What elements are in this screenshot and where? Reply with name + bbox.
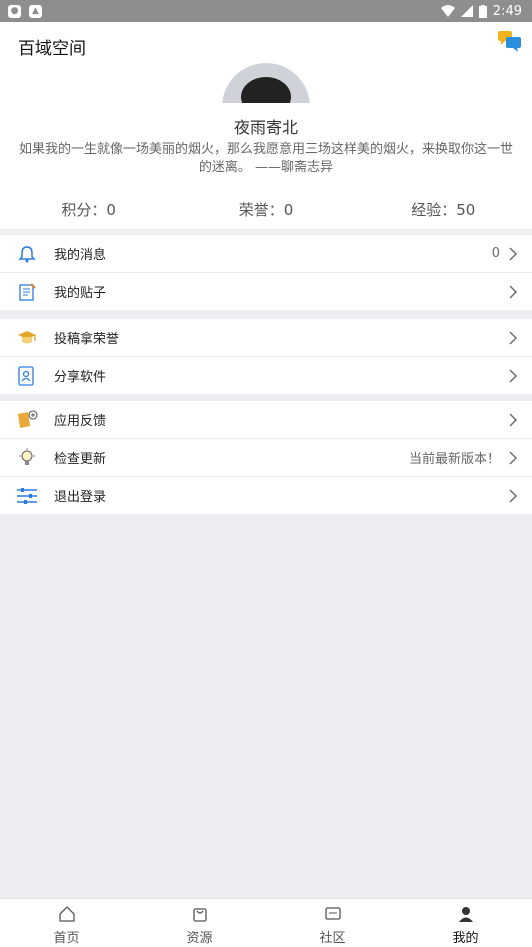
- share-doc-icon: [16, 365, 38, 387]
- menu-item-label: 应用反馈: [54, 414, 107, 429]
- signal-icon: [460, 5, 473, 17]
- menu-item-my-posts[interactable]: 我的贴子: [0, 273, 532, 310]
- stat-honor: 荣誉：0: [238, 201, 294, 219]
- chat-icon[interactable]: [498, 30, 522, 52]
- message-count: 0: [491, 246, 500, 261]
- chevron-right-icon: [509, 331, 517, 344]
- tab-label: 我的: [452, 931, 479, 946]
- page-title: 百域空间: [18, 39, 86, 59]
- bell-icon: [16, 243, 38, 265]
- feedback-icon: [16, 409, 38, 431]
- wifi-icon: [440, 5, 455, 17]
- note-icon: [16, 281, 38, 303]
- chevron-right-icon: [509, 285, 517, 298]
- app-notification-icon: ▲: [29, 4, 42, 18]
- tab-label: 社区: [319, 931, 346, 946]
- bag-icon: [192, 908, 207, 922]
- menu-item-label: 退出登录: [54, 490, 107, 505]
- chevron-right-icon: [509, 247, 517, 260]
- status-time: 2:49: [492, 3, 522, 19]
- menu-item-label: 我的消息: [54, 248, 107, 263]
- chevron-right-icon: [509, 489, 517, 502]
- menu-item-submit-honor[interactable]: 投稿拿荣誉: [0, 319, 532, 357]
- menu-item-feedback[interactable]: 应用反馈: [0, 401, 532, 439]
- nickname: 夜雨寄北: [233, 118, 298, 137]
- stats-row: 积分：0 荣誉：0 经验：50: [0, 197, 532, 229]
- menu-item-label: 分享软件: [54, 370, 107, 385]
- menu-group-2: 投稿拿荣誉 分享软件: [0, 319, 532, 394]
- tab-home[interactable]: 首页: [0, 899, 133, 947]
- status-bar: ● ▲ 2:49: [0, 0, 532, 22]
- stat-experience: 经验：50: [411, 201, 476, 219]
- lightbulb-icon: [16, 447, 38, 469]
- menu-item-share-app[interactable]: 分享软件: [0, 357, 532, 394]
- menu-item-label: 我的贴子: [54, 286, 107, 301]
- menu-group-3: 应用反馈 检查更新 当前最新版本！ 退出登录: [0, 401, 532, 514]
- menu-item-check-update[interactable]: 检查更新 当前最新版本！: [0, 439, 532, 477]
- motto-text: 如果我的一生就像一场美丽的烟火，那么我愿意用三场这样美的烟火，来换取你这一世的迷…: [18, 142, 513, 175]
- tab-community[interactable]: 社区: [266, 899, 399, 947]
- sliders-icon: [16, 485, 38, 507]
- home-icon: [58, 906, 75, 922]
- stat-points: 积分：0: [61, 201, 116, 219]
- avatar[interactable]: [222, 63, 310, 103]
- notification-icon: ●: [8, 4, 21, 18]
- bottom-tab-bar: 首页 资源 社区 我的: [0, 898, 532, 947]
- menu-item-label: 投稿拿荣誉: [54, 332, 120, 347]
- menu-item-messages[interactable]: 我的消息 0: [0, 235, 532, 273]
- chevron-right-icon: [509, 369, 517, 382]
- battery-icon: [478, 4, 487, 18]
- graduation-cap-icon: [16, 327, 38, 349]
- tab-label: 资源: [186, 931, 213, 946]
- tab-mine[interactable]: 我的: [399, 899, 532, 947]
- chevron-right-icon: [509, 451, 517, 464]
- tab-resources[interactable]: 资源: [133, 899, 266, 947]
- menu-item-label: 检查更新: [54, 452, 107, 467]
- chevron-right-icon: [509, 413, 517, 426]
- profile-header: 百域空间 夜雨寄北 如果我的一生就像一场美丽的烟火，那么我愿意用三场这样美的烟火…: [0, 22, 532, 220]
- update-status: 当前最新版本！: [408, 452, 500, 467]
- menu-group-1: 我的消息 0 我的贴子: [0, 235, 532, 310]
- tab-label: 首页: [53, 931, 80, 946]
- menu-item-logout[interactable]: 退出登录: [0, 477, 532, 514]
- person-icon: [458, 907, 473, 922]
- community-icon: [324, 907, 341, 920]
